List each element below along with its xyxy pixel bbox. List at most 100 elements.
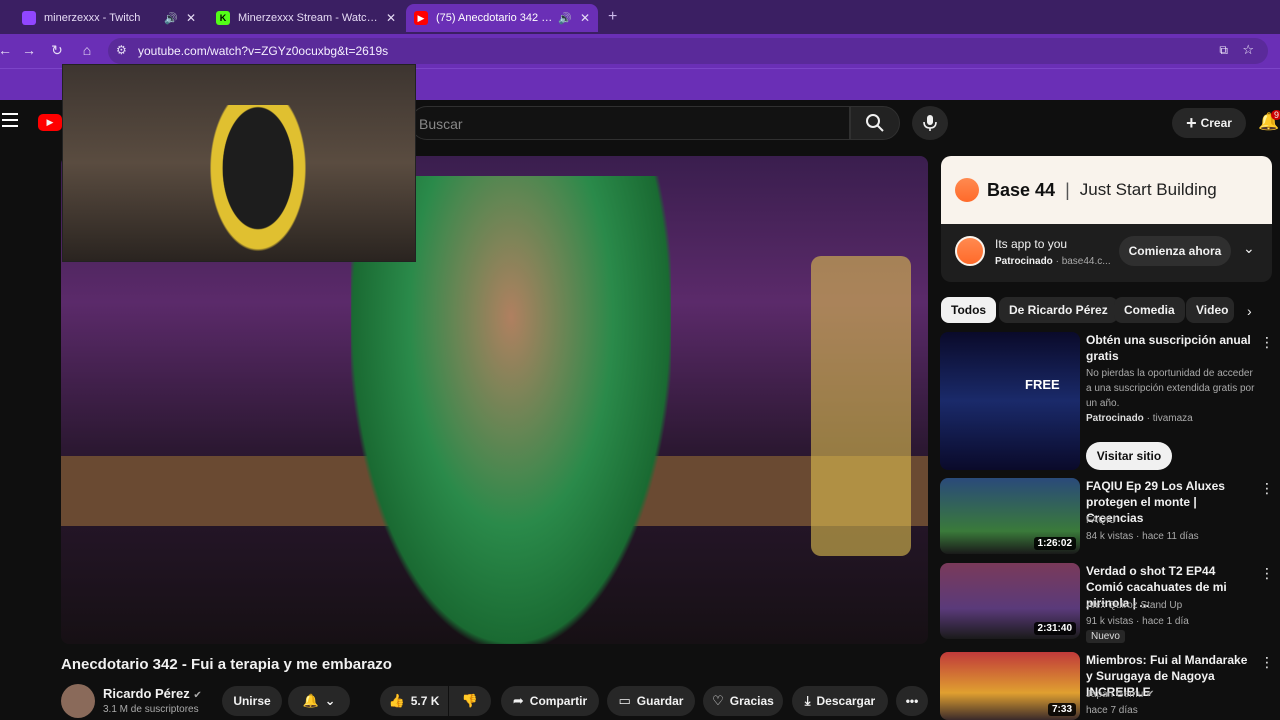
download-icon: ⤓ <box>804 693 811 708</box>
download-button[interactable]: ⤓ Descargar <box>792 686 888 716</box>
more-vertical-icon[interactable]: ⋮ <box>1260 565 1274 582</box>
install-icon[interactable]: ⧉ <box>1219 43 1228 58</box>
notifications-badge: 9 <box>1271 110 1280 120</box>
forward-icon[interactable]: → <box>20 42 38 58</box>
save-label: Guardar <box>636 694 684 708</box>
like-button[interactable]: 👍 5.7 K <box>380 686 448 716</box>
tab-twitch[interactable]: minerzexxx - Twitch 🔊 ✕ <box>14 4 204 32</box>
chevron-down-icon[interactable]: ⌄ <box>1243 240 1255 257</box>
channel-avatar[interactable] <box>61 684 95 718</box>
visit-site-button[interactable]: Visitar sitio <box>1086 442 1172 470</box>
video-duration: 1:26:02 <box>1033 537 1076 550</box>
sponsored-recommendation[interactable]: FREE Obtén una suscripción anual gratis … <box>940 332 1280 472</box>
chevron-right-icon[interactable]: › <box>1247 303 1252 319</box>
tab-label: (75) Anecdotario 342 - Fui a terapia <box>436 12 552 24</box>
thumbnail-free-text: FREE <box>1025 377 1060 392</box>
create-label: Crear <box>1200 116 1232 130</box>
channel-name[interactable]: Ricardo Pérez ✔ <box>103 686 202 701</box>
youtube-logo-icon[interactable]: ▶ <box>38 114 62 131</box>
home-icon[interactable]: ⌂ <box>78 42 96 58</box>
rec-channel[interactable]: FAQIU <box>1086 513 1116 528</box>
more-actions-button[interactable]: ••• <box>896 686 928 716</box>
microphone-icon <box>923 115 937 131</box>
video-background-art <box>811 256 911 556</box>
url-text: youtube.com/watch?v=ZGYz0ocuxbg&t=2619s <box>138 44 389 58</box>
webcam-streamer-figure <box>203 105 313 263</box>
browser-tab-bar: minerzexxx - Twitch 🔊 ✕ K Minerzexxx Str… <box>0 0 1280 34</box>
video-duration: 2:31:40 <box>1033 622 1076 635</box>
rec-meta: hace 7 días <box>1086 705 1138 716</box>
channel-name-text: Ricardo Pérez <box>103 686 190 701</box>
tab-youtube[interactable]: ▶ (75) Anecdotario 342 - Fui a terapia 🔊… <box>406 4 598 32</box>
video-thumbnail[interactable]: 2:31:40 <box>940 563 1080 639</box>
rec-meta: 84 k vistas · hace 11 días <box>1086 531 1199 542</box>
address-bar-row: ← → ↻ ⌂ ⚙ youtube.com/watch?v=ZGYz0ocuxb… <box>0 34 1280 68</box>
voice-search-button[interactable] <box>912 106 948 140</box>
reload-icon[interactable]: ↻ <box>48 42 66 59</box>
base44-logo-icon <box>955 178 979 202</box>
close-icon[interactable]: ✕ <box>386 11 396 25</box>
back-icon[interactable]: ← <box>0 42 14 58</box>
rec-channel[interactable]: Japan Gemu ✔ <box>1086 687 1154 702</box>
new-badge: Nuevo <box>1086 630 1125 643</box>
advertiser-avatar[interactable] <box>955 236 985 266</box>
video-thumbnail[interactable]: 7:33 <box>940 652 1080 720</box>
search-button[interactable] <box>850 106 900 140</box>
speaker-icon[interactable]: 🔊 <box>558 12 572 25</box>
thumbs-up-icon: 👍 <box>388 693 405 708</box>
subscribe-bell-button[interactable]: 🔔 ⌄ <box>288 686 350 716</box>
subscriber-count: 3.1 M de suscriptores <box>103 704 199 715</box>
recommendation-item[interactable]: 7:33 Miembros: Fui al Mandarake y Suruga… <box>940 652 1280 720</box>
speaker-icon[interactable]: 🔊 <box>164 12 178 25</box>
ad-banner[interactable]: Base 44 | Just Start Building <box>941 156 1272 224</box>
twitch-icon <box>22 11 36 25</box>
chip-videos[interactable]: Video <box>1186 297 1234 323</box>
rec-title[interactable]: Obtén una suscripción anual gratis <box>1086 332 1256 364</box>
join-button[interactable]: Unirse <box>222 686 282 716</box>
more-vertical-icon[interactable]: ⋮ <box>1260 334 1274 351</box>
create-button[interactable]: + Crear <box>1172 108 1246 138</box>
kick-icon: K <box>216 11 230 25</box>
more-vertical-icon[interactable]: ⋮ <box>1260 654 1274 671</box>
share-button[interactable]: ➦ Compartir <box>501 686 599 716</box>
ad-cta-button[interactable]: Comienza ahora <box>1119 236 1231 266</box>
ad-tagline: Just Start Building <box>1079 180 1217 199</box>
ad-brand: Base 44 <box>987 179 1056 200</box>
rec-channel-text: Japan Gemu <box>1086 689 1144 700</box>
thanks-button[interactable]: ♡ Gracias <box>703 686 783 716</box>
video-thumbnail[interactable]: 1:26:02 <box>940 478 1080 554</box>
tab-label: Minerzexxx Stream - Watch Live <box>238 12 378 24</box>
close-icon[interactable]: ✕ <box>580 11 590 25</box>
share-icon: ➦ <box>512 693 524 708</box>
more-horizontal-icon: ••• <box>905 694 919 708</box>
more-vertical-icon[interactable]: ⋮ <box>1260 480 1274 497</box>
site-info-icon[interactable]: ⚙ <box>116 43 127 57</box>
advertiser-name: tivamaza <box>1152 413 1193 424</box>
chip-all[interactable]: Todos <box>941 297 997 323</box>
close-icon[interactable]: ✕ <box>186 11 196 25</box>
tab-label: minerzexxx - Twitch <box>44 12 141 24</box>
chip-from-channel[interactable]: De Ricardo Pérez <box>999 297 1118 323</box>
search-input[interactable]: Buscar <box>410 106 850 140</box>
rec-meta: 91 k vistas · hace 1 día <box>1086 616 1189 627</box>
ad-domain: base44.c... <box>1061 256 1111 267</box>
bookmark-star-icon[interactable]: ☆ <box>1242 42 1254 58</box>
new-tab-button[interactable]: + <box>608 8 617 26</box>
save-button[interactable]: ▭ Guardar <box>607 686 695 716</box>
sponsored-label: Patrocinado <box>995 256 1053 267</box>
video-title: Anecdotario 342 - Fui a terapia y me emb… <box>61 656 392 673</box>
tab-kick[interactable]: K Minerzexxx Stream - Watch Live ✕ <box>208 4 404 32</box>
search-placeholder: Buscar <box>419 116 463 132</box>
rec-channel[interactable]: Alex Quiroz Stand Up <box>1086 598 1182 613</box>
chevron-down-icon: ⌄ <box>324 693 336 708</box>
recommendation-item[interactable]: 1:26:02 FAQIU Ep 29 Los Aluxes protegen … <box>940 478 1280 556</box>
chip-comedy[interactable]: Comedia <box>1114 297 1185 323</box>
rec-sponsor-line: Patrocinado · tivamaza <box>1086 413 1193 424</box>
url-field[interactable]: ⚙ youtube.com/watch?v=ZGYz0ocuxbg&t=2619… <box>108 38 1268 64</box>
recommendation-item[interactable]: 2:31:40 Verdad o shot T2 EP44 Comió caca… <box>940 563 1280 643</box>
sponsored-thumbnail[interactable]: FREE <box>940 332 1080 470</box>
menu-icon[interactable] <box>2 113 18 127</box>
rec-description: No pierdas la oportunidad de acceder a u… <box>1086 368 1255 409</box>
dislike-button[interactable]: 👎 <box>449 686 491 716</box>
share-label: Compartir <box>529 694 588 708</box>
